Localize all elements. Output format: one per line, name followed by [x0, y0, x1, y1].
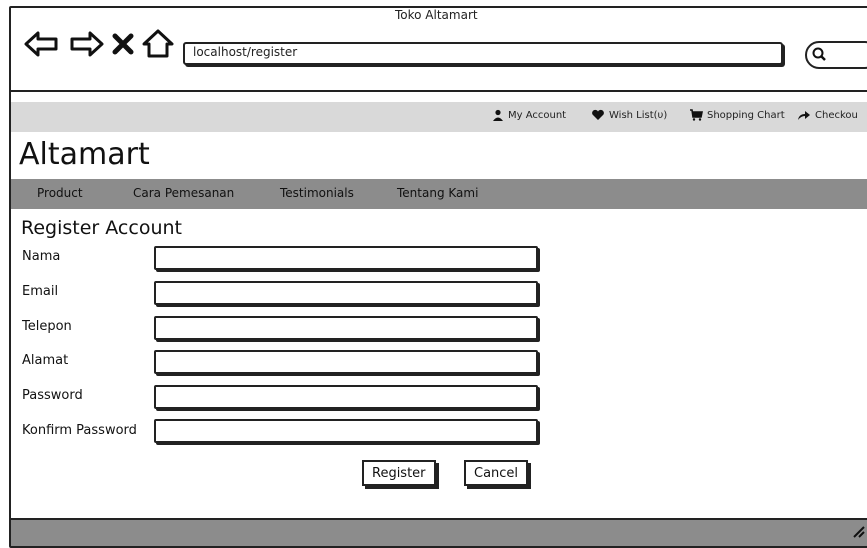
- status-bar: [11, 518, 867, 546]
- checkout-link[interactable]: Checkou: [797, 109, 858, 121]
- telepon-field[interactable]: [154, 316, 538, 340]
- checkout-label: Checkou: [815, 109, 858, 121]
- konfirm-password-label: Konfirm Password: [22, 423, 137, 438]
- my-account-link[interactable]: My Account: [492, 109, 566, 121]
- menu-item-product[interactable]: Product: [37, 186, 83, 200]
- my-account-label: My Account: [508, 109, 567, 121]
- email-field[interactable]: [154, 281, 538, 305]
- konfirm-password-field[interactable]: [154, 419, 538, 443]
- form-title: Register Account: [21, 217, 182, 239]
- cart-icon: [690, 109, 703, 121]
- browser-window: [9, 6, 867, 548]
- password-field[interactable]: [154, 385, 538, 409]
- resize-grip-icon[interactable]: [851, 524, 865, 538]
- toolbar-divider: [11, 90, 867, 92]
- forward-arrow-icon[interactable]: [66, 24, 106, 64]
- user-icon: [493, 109, 503, 121]
- shopping-chart-link[interactable]: Shopping Chart: [689, 109, 785, 121]
- shopping-chart-label: Shopping Chart: [707, 109, 785, 121]
- url-text: localhost/register: [193, 45, 298, 59]
- search-box[interactable]: [805, 41, 867, 69]
- site-logo-text: Altamart: [19, 137, 150, 172]
- wish-list-label: Wish List(υ): [609, 109, 668, 121]
- nama-label: Nama: [22, 249, 61, 264]
- home-icon[interactable]: [138, 24, 178, 64]
- telepon-label: Telepon: [22, 319, 72, 334]
- menu-item-cara-pemesanan[interactable]: Cara Pemesanan: [133, 186, 234, 200]
- url-bar[interactable]: localhost/register: [183, 42, 783, 65]
- menu-item-testimonials[interactable]: Testimonials: [280, 186, 354, 200]
- heart-icon: [592, 109, 604, 120]
- alamat-field[interactable]: [154, 350, 538, 374]
- window-title: Toko Altamart: [395, 8, 478, 22]
- cancel-button[interactable]: Cancel: [464, 460, 529, 486]
- alamat-label: Alamat: [22, 353, 69, 368]
- password-label: Password: [22, 388, 83, 403]
- register-button[interactable]: Register: [362, 460, 436, 486]
- menu-item-tentang-kami[interactable]: Tentang Kami: [397, 186, 478, 200]
- share-arrow-icon: [798, 111, 810, 120]
- close-icon[interactable]: [108, 24, 138, 64]
- email-label: Email: [22, 284, 59, 299]
- nama-field[interactable]: [154, 246, 538, 270]
- back-arrow-icon[interactable]: [22, 24, 62, 64]
- search-icon: [812, 47, 826, 61]
- wish-list-link[interactable]: Wish List(υ): [591, 109, 667, 121]
